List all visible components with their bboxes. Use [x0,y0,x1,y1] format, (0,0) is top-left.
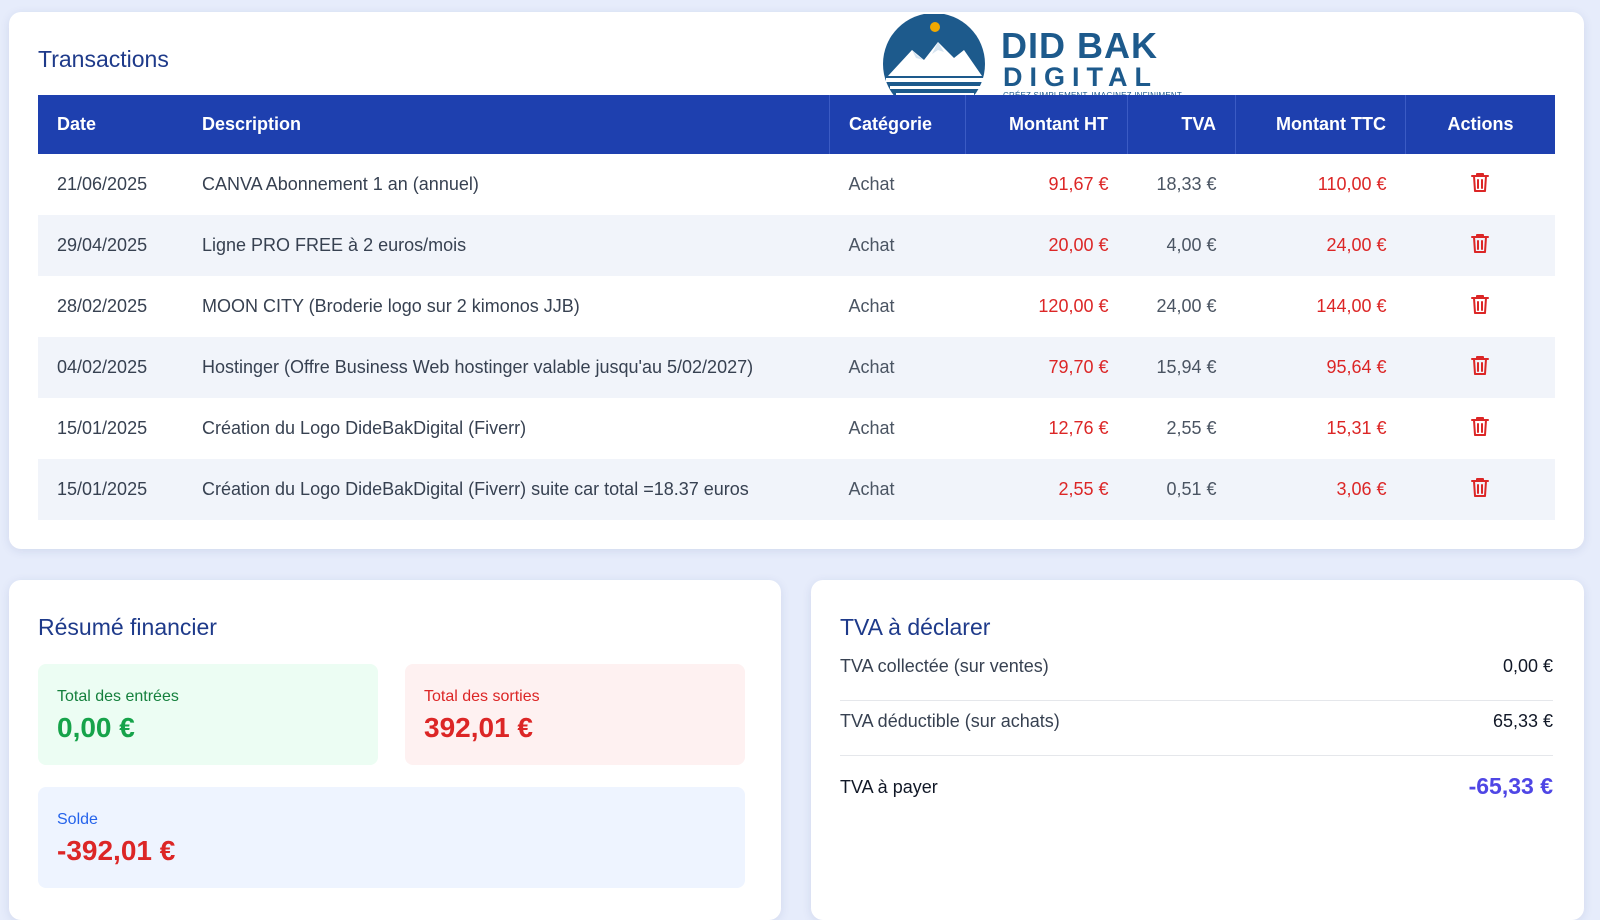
income-box: Total des entrées 0,00 € [38,664,378,765]
cell-amount-ttc: 15,31 € [1326,418,1387,438]
trash-icon[interactable] [1470,171,1490,193]
cell-date: 15/01/2025 [57,418,148,438]
table-header-row: Date Description Catégorie Montant HT TV… [38,95,1555,154]
table-row: 21/06/2025 CANVA Abonnement 1 an (annuel)… [38,154,1555,215]
col-amount-ht: Montant HT [965,95,1128,154]
financial-summary-card: Résumé financier Total des entrées 0,00 … [9,580,781,920]
col-vat: TVA [1127,95,1236,154]
cell-actions [1406,215,1556,276]
vat-collected-value: 0,00 € [1502,656,1553,676]
col-category: Catégorie [829,95,966,154]
table-row: 04/02/2025 Hostinger (Offre Business Web … [38,337,1555,398]
cell-amount-ttc: 3,06 € [1336,479,1387,499]
balance-value: -392,01 € [57,835,176,866]
cell-date: 28/02/2025 [57,296,148,316]
income-label: Total des entrées [57,688,179,705]
cell-actions [1406,276,1556,337]
cell-amount-ht: 120,00 € [1038,296,1109,316]
expense-label: Total des sorties [424,688,540,705]
brand-name-top: DID BAK [1001,25,1158,66]
cell-description: Création du Logo DideBakDigital (Fiverr) [202,418,527,438]
trash-icon[interactable] [1470,476,1490,498]
cell-amount-ht: 12,76 € [1048,418,1109,438]
cell-vat: 2,55 € [1166,418,1217,438]
cell-actions [1406,398,1556,459]
cell-date: 04/02/2025 [57,357,148,377]
transactions-title: Transactions [38,46,169,72]
expense-value: 392,01 € [424,712,533,743]
col-description: Description [202,114,302,134]
vat-deductible-label: TVA déductible (sur achats) [840,711,1060,731]
cell-vat: 24,00 € [1156,296,1217,316]
table-row: 28/02/2025 MOON CITY (Broderie logo sur 2… [38,276,1555,337]
vat-declaration-card: TVA à déclarer TVA collectée (sur ventes… [811,580,1584,920]
cell-description: CANVA Abonnement 1 an (annuel) [202,174,479,194]
transactions-card: Transactions DID BAK DIGITAL CRÉEZ SIMPL… [9,12,1584,549]
summary-title: Résumé financier [38,614,217,640]
transactions-table: Date Description Catégorie Montant HT TV… [38,95,1555,520]
trash-icon[interactable] [1470,232,1490,254]
cell-description: Ligne PRO FREE à 2 euros/mois [202,235,467,255]
vat-deductible-row: TVA déductible (sur achats) 65,33 € [840,711,1553,756]
cell-category: Achat [848,296,895,316]
cell-amount-ht: 2,55 € [1058,479,1109,499]
cell-actions [1406,459,1556,520]
cell-date: 15/01/2025 [57,479,148,499]
brand-name-bottom: DIGITAL [1003,62,1158,92]
cell-category: Achat [848,357,895,377]
cell-amount-ttc: 24,00 € [1326,235,1387,255]
cell-description: Hostinger (Offre Business Web hostinger … [202,357,754,377]
expense-box: Total des sorties 392,01 € [405,664,745,765]
vat-payable-label: TVA à payer [840,777,938,797]
col-amount-ttc: Montant TTC [1235,95,1406,154]
cell-amount-ht: 91,67 € [1048,174,1109,194]
col-actions: Actions [1405,95,1555,154]
cell-category: Achat [848,174,895,194]
trash-icon[interactable] [1470,415,1490,437]
vat-collected-label: TVA collectée (sur ventes) [840,656,1049,676]
trash-icon[interactable] [1470,293,1490,315]
col-date: Date [57,114,97,134]
cell-date: 29/04/2025 [57,235,148,255]
cell-description: Création du Logo DideBakDigital (Fiverr)… [202,479,749,499]
table-row: 29/04/2025 Ligne PRO FREE à 2 euros/mois A… [38,215,1555,276]
cell-description: MOON CITY (Broderie logo sur 2 kimonos J… [202,296,580,316]
cell-category: Achat [848,479,895,499]
cell-amount-ttc: 95,64 € [1326,357,1387,377]
cell-actions [1406,337,1556,398]
cell-category: Achat [848,235,895,255]
cell-date: 21/06/2025 [57,174,148,194]
cell-vat: 4,00 € [1166,235,1217,255]
table-row: 15/01/2025 Création du Logo DideBakDigita… [38,398,1555,459]
cell-vat: 0,51 € [1166,479,1217,499]
cell-amount-ht: 20,00 € [1048,235,1109,255]
vat-collected-row: TVA collectée (sur ventes) 0,00 € [840,656,1553,701]
income-value: 0,00 € [57,712,135,743]
cell-amount-ttc: 110,00 € [1317,174,1387,194]
vat-deductible-value: 65,33 € [1492,711,1553,731]
cell-category: Achat [848,418,895,438]
table-row: 15/01/2025 Création du Logo DideBakDigita… [38,459,1555,520]
cell-amount-ttc: 144,00 € [1316,296,1387,316]
cell-amount-ht: 79,70 € [1048,357,1109,377]
vat-title: TVA à déclarer [840,614,991,640]
balance-box: Solde -392,01 € [38,787,745,888]
vat-payable-value: -65,33 € [1468,773,1553,799]
trash-icon[interactable] [1470,354,1490,376]
cell-vat: 15,94 € [1156,357,1217,377]
balance-label: Solde [57,811,98,828]
vat-payable-row: TVA à payer -65,33 € [840,773,1553,813]
cell-vat: 18,33 € [1156,174,1217,194]
cell-actions [1406,154,1556,215]
